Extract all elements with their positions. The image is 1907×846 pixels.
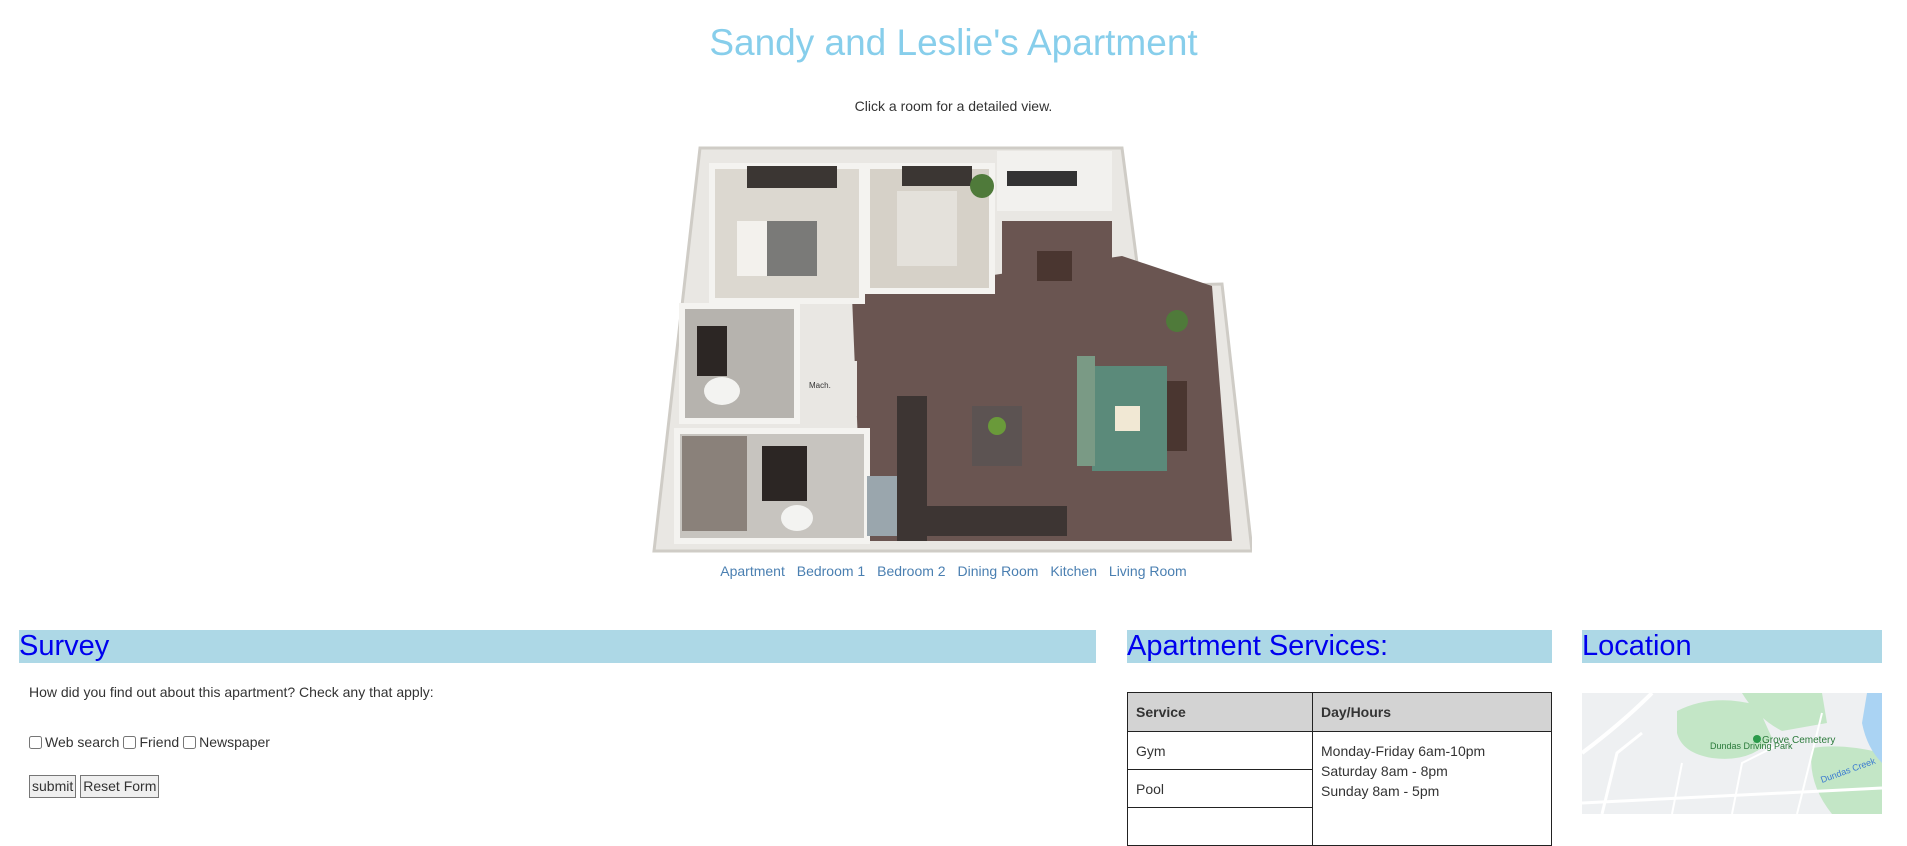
services-table: Service Day/Hours Gym Monday-Friday 6am-… xyxy=(1127,692,1552,846)
room-nav: Apartment Bedroom 1 Bedroom 2 Dining Roo… xyxy=(0,563,1907,579)
map-label-park: Dundas Driving Park xyxy=(1710,741,1793,751)
column-header-service: Service xyxy=(1127,692,1313,732)
floor-plan-image[interactable]: Mach. xyxy=(652,146,1252,556)
floorplan-label: Mach. xyxy=(809,381,831,390)
service-empty xyxy=(1127,807,1313,846)
location-map[interactable]: Grove Cemetery Dundas Driving Park Dunda… xyxy=(1582,693,1882,814)
location-heading: Location xyxy=(1582,630,1882,663)
newspaper-label: Newspaper xyxy=(199,734,270,750)
service-pool: Pool xyxy=(1127,769,1313,808)
page-subtitle: Click a room for a detailed view. xyxy=(854,98,1053,114)
reset-form-button[interactable]: Reset Form xyxy=(80,775,160,798)
friend-checkbox[interactable] xyxy=(123,735,137,749)
hours-weekday: Monday-Friday 6am-10pm xyxy=(1321,743,1486,759)
survey-heading: Survey xyxy=(19,630,1096,663)
services-heading: Apartment Services: xyxy=(1127,630,1552,663)
option-web-search[interactable]: Web search xyxy=(29,734,119,750)
web-search-label: Web search xyxy=(45,734,120,750)
submit-button[interactable]: submit xyxy=(29,775,77,798)
column-header-hours: Day/Hours xyxy=(1312,692,1552,732)
option-newspaper[interactable]: Newspaper xyxy=(183,734,270,750)
nav-link-dining-room[interactable]: Dining Room xyxy=(957,563,1038,579)
nav-link-living-room[interactable]: Living Room xyxy=(1109,563,1187,579)
hours-sunday: Sunday 8am - 5pm xyxy=(1321,783,1440,799)
page-title: Sandy and Leslie's Apartment xyxy=(709,22,1198,63)
table-header-row: Service Day/Hours xyxy=(1127,692,1552,732)
survey-question: How did you find out about this apartmen… xyxy=(29,684,434,700)
table-row: Gym Monday-Friday 6am-10pm Saturday 8am … xyxy=(1127,731,1552,846)
nav-link-apartment[interactable]: Apartment xyxy=(720,563,785,579)
hours-saturday: Saturday 8am - 8pm xyxy=(1321,763,1448,779)
survey-options: Web search Friend Newspaper xyxy=(29,734,274,750)
web-search-checkbox[interactable] xyxy=(29,735,42,749)
friend-label: Friend xyxy=(139,734,180,750)
newspaper-checkbox[interactable] xyxy=(183,735,197,749)
nav-link-bedroom-1[interactable]: Bedroom 1 xyxy=(797,563,865,579)
nav-link-kitchen[interactable]: Kitchen xyxy=(1050,563,1097,579)
option-friend[interactable]: Friend xyxy=(123,734,179,750)
hours-cell: Monday-Friday 6am-10pm Saturday 8am - 8p… xyxy=(1312,731,1552,846)
service-gym: Gym xyxy=(1127,731,1313,770)
survey-buttons: submit Reset Form xyxy=(29,775,160,798)
nav-link-bedroom-2[interactable]: Bedroom 2 xyxy=(877,563,945,579)
